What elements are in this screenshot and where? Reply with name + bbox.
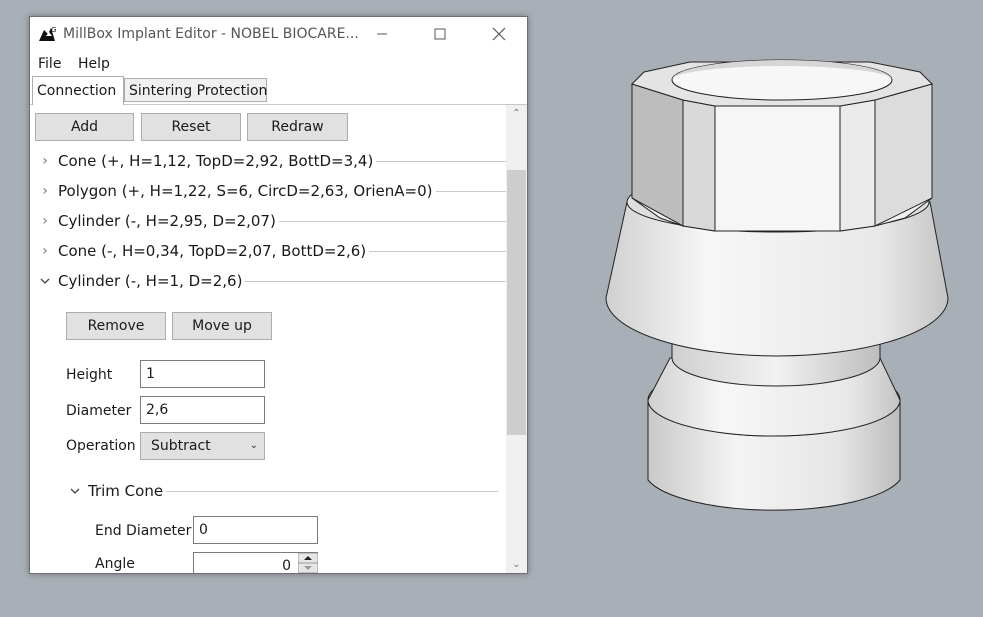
end-diameter-field[interactable]: 0 — [193, 516, 318, 544]
diameter-field[interactable]: 2,6 — [140, 396, 265, 424]
chevron-down-icon: ⌄ — [249, 440, 258, 451]
tree-item-cone-1[interactable]: › Cone (+, H=1,12, TopD=2,92, BottD=3,4) — [36, 150, 506, 172]
maximize-button[interactable] — [417, 17, 463, 51]
trim-cone-group-header[interactable]: Trim Cone — [66, 480, 498, 502]
divider — [376, 161, 506, 162]
trim-cone-label: Trim Cone — [88, 482, 164, 500]
scroll-up-icon[interactable]: ⌃ — [506, 105, 527, 122]
tree-item-cylinder-2[interactable]: Cylinder (-, H=1, D=2,6) — [36, 270, 506, 292]
divider — [278, 221, 506, 222]
chevron-right-icon: › — [42, 183, 48, 199]
app-logo-icon: G — [37, 24, 57, 44]
scroll-down-icon[interactable]: ⌄ — [506, 556, 527, 573]
tree-item-label: Cylinder (-, H=1, D=2,6) — [58, 272, 243, 290]
height-field[interactable]: 1 — [140, 360, 265, 388]
maximize-icon — [434, 28, 446, 40]
tab-strip: Connection Sintering Protection — [30, 76, 527, 105]
operation-select[interactable]: Subtract ⌄ — [140, 432, 265, 460]
chevron-down-icon — [36, 273, 54, 289]
connection-panel: Add Reset Redraw › Cone (+, H=1,12, TopD… — [30, 105, 527, 573]
vertical-scrollbar[interactable]: ⌃ ⌄ — [506, 105, 527, 573]
tab-sintering-protection[interactable]: Sintering Protection — [124, 78, 267, 102]
minimize-button[interactable] — [359, 17, 405, 51]
move-up-button[interactable]: Move up — [172, 312, 272, 340]
height-label: Height — [66, 367, 113, 383]
close-icon — [492, 27, 506, 41]
divider — [435, 191, 506, 192]
divider — [369, 251, 506, 252]
tree-item-label: Cone (-, H=0,34, TopD=2,07, BottD=2,6) — [58, 242, 367, 260]
end-diameter-label: End Diameter — [95, 523, 192, 539]
divider — [166, 491, 498, 492]
remove-button[interactable]: Remove — [66, 312, 166, 340]
chevron-right-icon: › — [42, 243, 48, 259]
tree-item-cone-2[interactable]: › Cone (-, H=0,34, TopD=2,07, BottD=2,6) — [36, 240, 506, 262]
chevron-down-icon — [66, 483, 84, 499]
svg-text:G: G — [51, 26, 56, 34]
add-button[interactable]: Add — [35, 113, 134, 141]
operation-selected-value: Subtract — [151, 438, 211, 454]
tree-item-label: Cylinder (-, H=2,95, D=2,07) — [58, 212, 276, 230]
window-title: MillBox Implant Editor - NOBEL BIOCARE..… — [63, 26, 359, 42]
divider — [245, 281, 506, 282]
redraw-button[interactable]: Redraw — [247, 113, 348, 141]
menu-help[interactable]: Help — [78, 56, 110, 72]
tree-item-polygon[interactable]: › Polygon (+, H=1,22, S=6, CircD=2,63, O… — [36, 180, 506, 202]
chevron-right-icon: › — [42, 153, 48, 169]
tree-item-label: Cone (+, H=1,12, TopD=2,92, BottD=3,4) — [58, 152, 374, 170]
chevron-right-icon: › — [42, 213, 48, 229]
close-button[interactable] — [476, 17, 522, 51]
reset-button[interactable]: Reset — [141, 113, 241, 141]
operation-label: Operation — [66, 438, 136, 454]
scrollbar-thumb[interactable] — [507, 170, 526, 435]
menu-bar: File Help — [30, 53, 527, 75]
angle-label: Angle — [95, 556, 135, 572]
implant-editor-window: G MillBox Implant Editor - NOBEL BIOCARE… — [29, 16, 528, 574]
title-bar[interactable]: G MillBox Implant Editor - NOBEL BIOCARE… — [30, 17, 527, 51]
tree-item-cylinder-1[interactable]: › Cylinder (-, H=2,95, D=2,07) — [36, 210, 506, 232]
menu-file[interactable]: File — [38, 56, 61, 72]
diameter-label: Diameter — [66, 403, 132, 419]
angle-spinner[interactable] — [297, 552, 319, 573]
tab-connection[interactable]: Connection — [32, 76, 124, 105]
tree-item-label: Polygon (+, H=1,22, S=6, CircD=2,63, Ori… — [58, 182, 433, 200]
minimize-icon — [377, 33, 387, 35]
